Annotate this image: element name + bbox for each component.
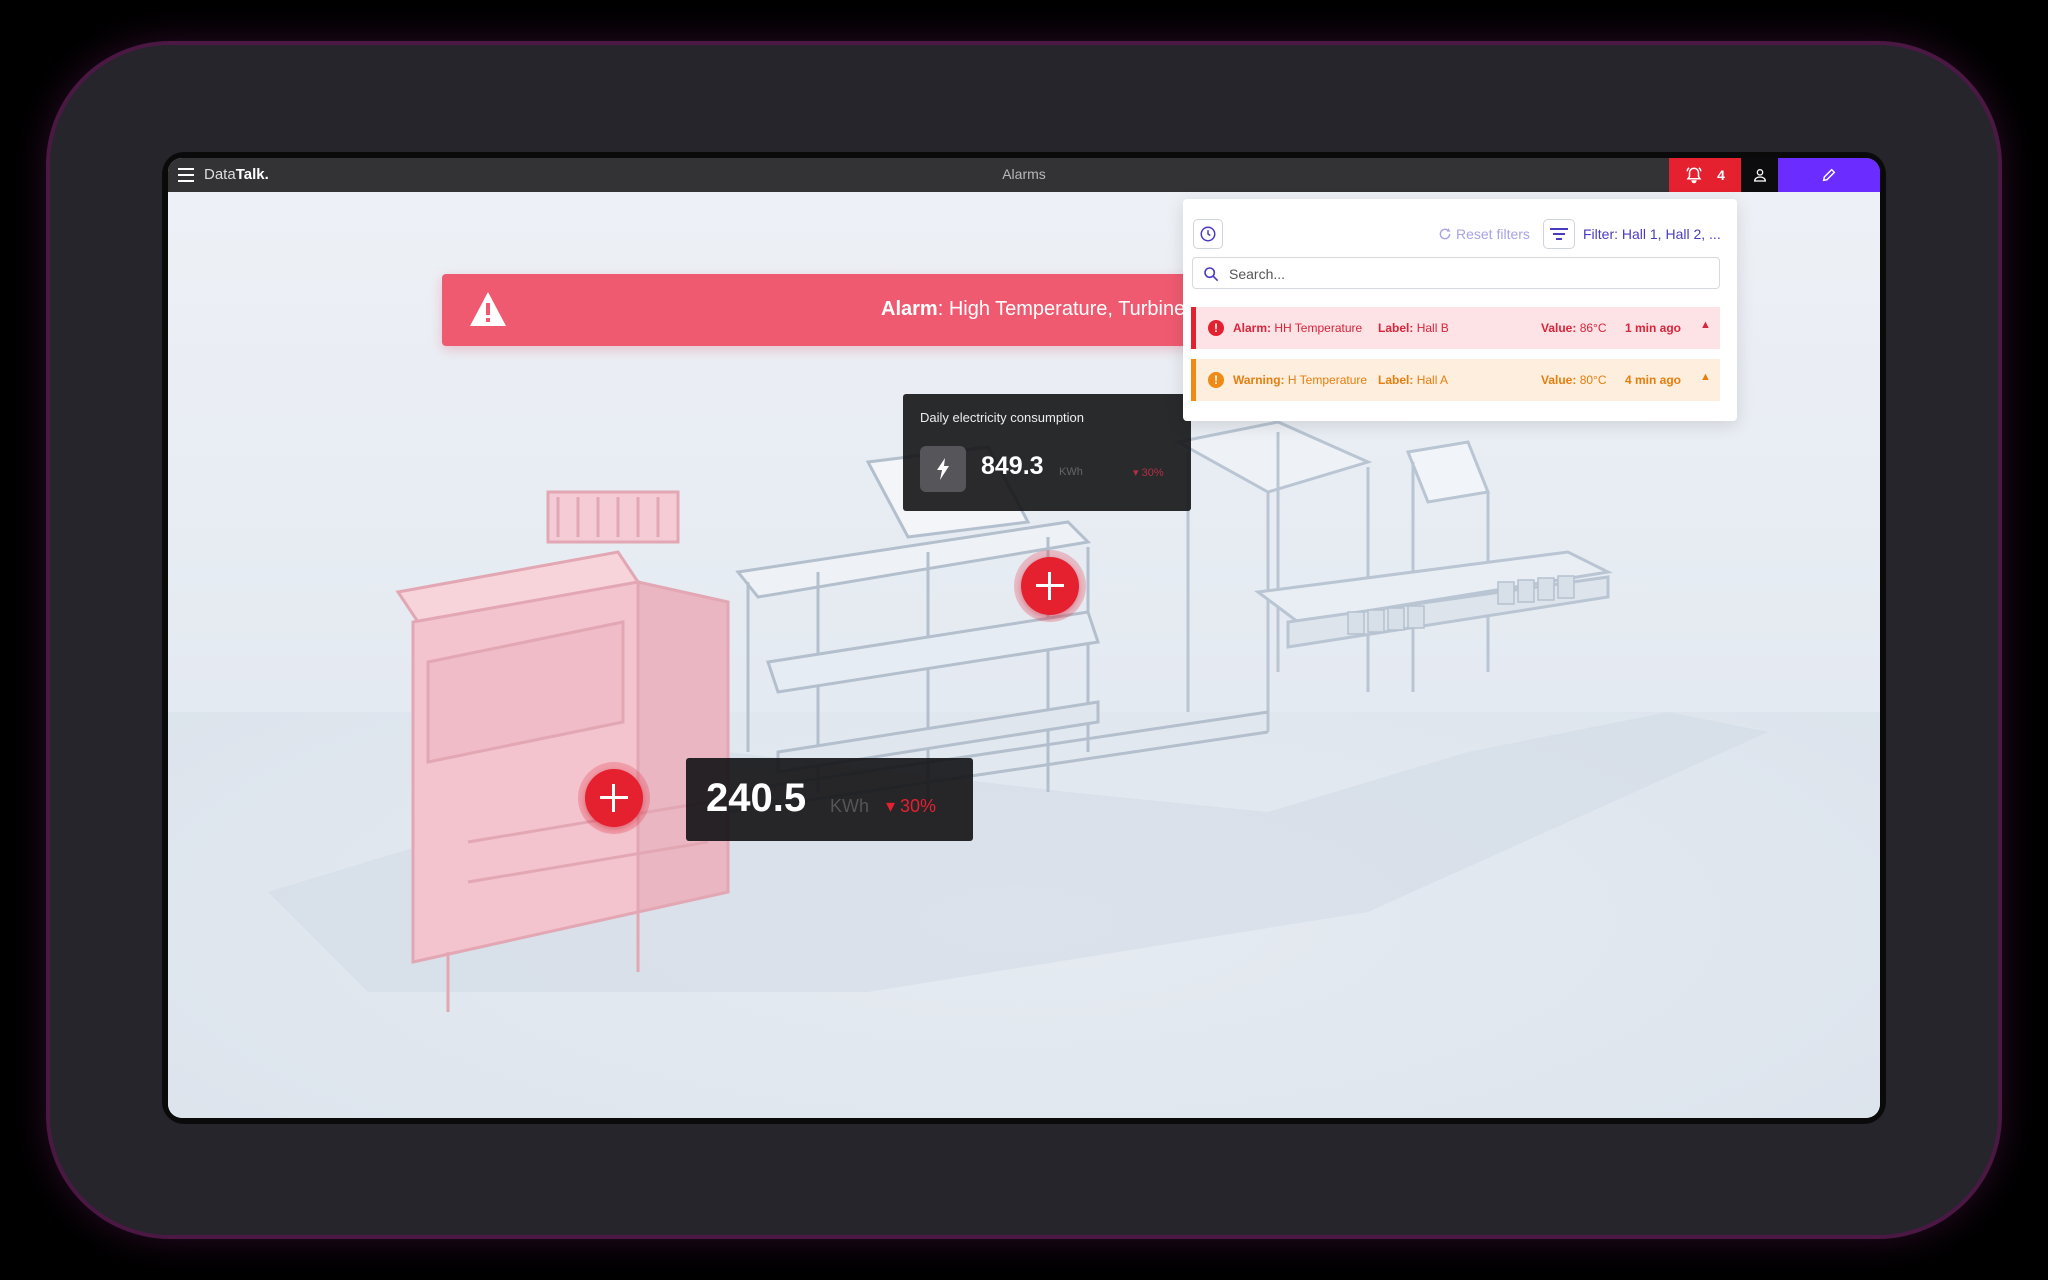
user-button[interactable]	[1741, 158, 1778, 192]
alarm-error-icon: !	[1208, 320, 1224, 336]
alarm-label: Label: Hall B	[1378, 321, 1449, 335]
reset-filters-label: Reset filters	[1456, 226, 1530, 242]
edit-button[interactable]	[1778, 158, 1880, 192]
hotspot-add-button[interactable]	[1014, 550, 1086, 622]
alarm-time: 1 min ago	[1625, 321, 1682, 335]
card-value: 849.3	[981, 452, 1044, 480]
badge-unit: KWh	[830, 796, 870, 816]
brand-bold: Talk.	[235, 166, 269, 183]
clock-icon	[1200, 226, 1216, 242]
alarm-banner[interactable]: Alarm: High Temperature, Turbine C	[442, 274, 1222, 346]
consumption-badge: 240.5 KWh ▾ 30%	[686, 758, 973, 841]
warning-value: Value: 80°C	[1541, 373, 1607, 387]
lightning-icon	[920, 446, 966, 492]
warning-label-key: Label:	[1378, 373, 1414, 387]
user-icon	[1753, 169, 1766, 182]
warning-type-value: H Temperature	[1287, 373, 1368, 387]
banner-message: Alarm: High Temperature, Turbine C	[881, 298, 1205, 321]
alarms-button[interactable]: 4	[1669, 158, 1741, 192]
plus-icon	[1021, 557, 1079, 615]
chevron-up-icon[interactable]: ▲	[1700, 319, 1711, 331]
alarm-row[interactable]: ! Alarm: HH Temperature Label: Hall B Va…	[1191, 307, 1720, 349]
hotspot-add-button[interactable]	[578, 762, 650, 834]
alarm-type: Alarm: HH Temperature	[1233, 321, 1362, 335]
alarm-label-key: Label:	[1378, 321, 1414, 335]
warning-icon: !	[1208, 372, 1224, 388]
search-input[interactable]	[1229, 263, 1709, 285]
card-title: Daily electricity consumption	[920, 410, 1085, 425]
alarms-panel: Reset filters Filter: Hall 1, Hall 2, ..…	[1183, 199, 1737, 421]
alarm-type-key: Alarm:	[1233, 321, 1272, 335]
top-bar: DataTalk. Alarms 4	[168, 158, 1880, 192]
banner-label: Alarm	[881, 298, 938, 320]
card-unit: KWh	[1059, 466, 1083, 478]
filter-button[interactable]	[1543, 219, 1575, 249]
alarm-value-key: Value:	[1541, 321, 1577, 335]
banner-text: : High Temperature, Turbine C	[937, 298, 1206, 320]
reset-filters-button[interactable]: Reset filters	[1438, 226, 1530, 242]
warning-triangle-icon	[470, 292, 506, 326]
brand-logo: DataTalk.	[204, 166, 269, 183]
plus-icon	[585, 769, 643, 827]
card-delta: ▾ 30%	[1133, 467, 1164, 479]
alarm-value-text: 86°C	[1579, 321, 1607, 335]
bell-alert-icon	[1686, 167, 1702, 184]
chevron-up-icon[interactable]: ▲	[1700, 371, 1711, 383]
brand-light: Data	[204, 166, 236, 183]
search-field[interactable]	[1192, 257, 1720, 289]
warning-value-key: Value:	[1541, 373, 1577, 387]
device-screen: DataTalk. Alarms 4 Alarm: High Temperatu…	[162, 152, 1886, 1124]
history-button[interactable]	[1193, 219, 1223, 249]
alarm-type-value: HH Temperature	[1274, 321, 1363, 335]
warning-value-text: 80°C	[1579, 373, 1607, 387]
warning-label-value: Hall A	[1416, 373, 1449, 387]
alarm-label-value: Hall B	[1416, 321, 1449, 335]
page-title: Alarms	[1002, 166, 1046, 182]
filter-icon	[1550, 228, 1568, 240]
menu-icon[interactable]	[178, 168, 194, 182]
warning-type-key: Warning:	[1233, 373, 1285, 387]
filter-summary[interactable]: Filter: Hall 1, Hall 2, ...	[1583, 226, 1721, 242]
electricity-card: Daily electricity consumption 849.3 KWh …	[903, 394, 1191, 511]
warning-label: Label: Hall A	[1378, 373, 1448, 387]
app-display: DataTalk. Alarms 4 Alarm: High Temperatu…	[168, 158, 1880, 1118]
warning-time: 4 min ago	[1625, 373, 1682, 387]
pencil-icon	[1822, 168, 1836, 182]
refresh-icon	[1439, 228, 1451, 240]
warning-row[interactable]: ! Warning: H Temperature Label: Hall A V…	[1191, 359, 1720, 401]
alarm-value: Value: 86°C	[1541, 321, 1607, 335]
badge-delta: ▾ 30%	[886, 796, 937, 816]
badge-value: 240.5	[706, 776, 807, 820]
warning-type: Warning: H Temperature	[1233, 373, 1367, 387]
alarm-count-badge: 4	[1717, 167, 1725, 183]
search-icon	[1204, 267, 1219, 282]
